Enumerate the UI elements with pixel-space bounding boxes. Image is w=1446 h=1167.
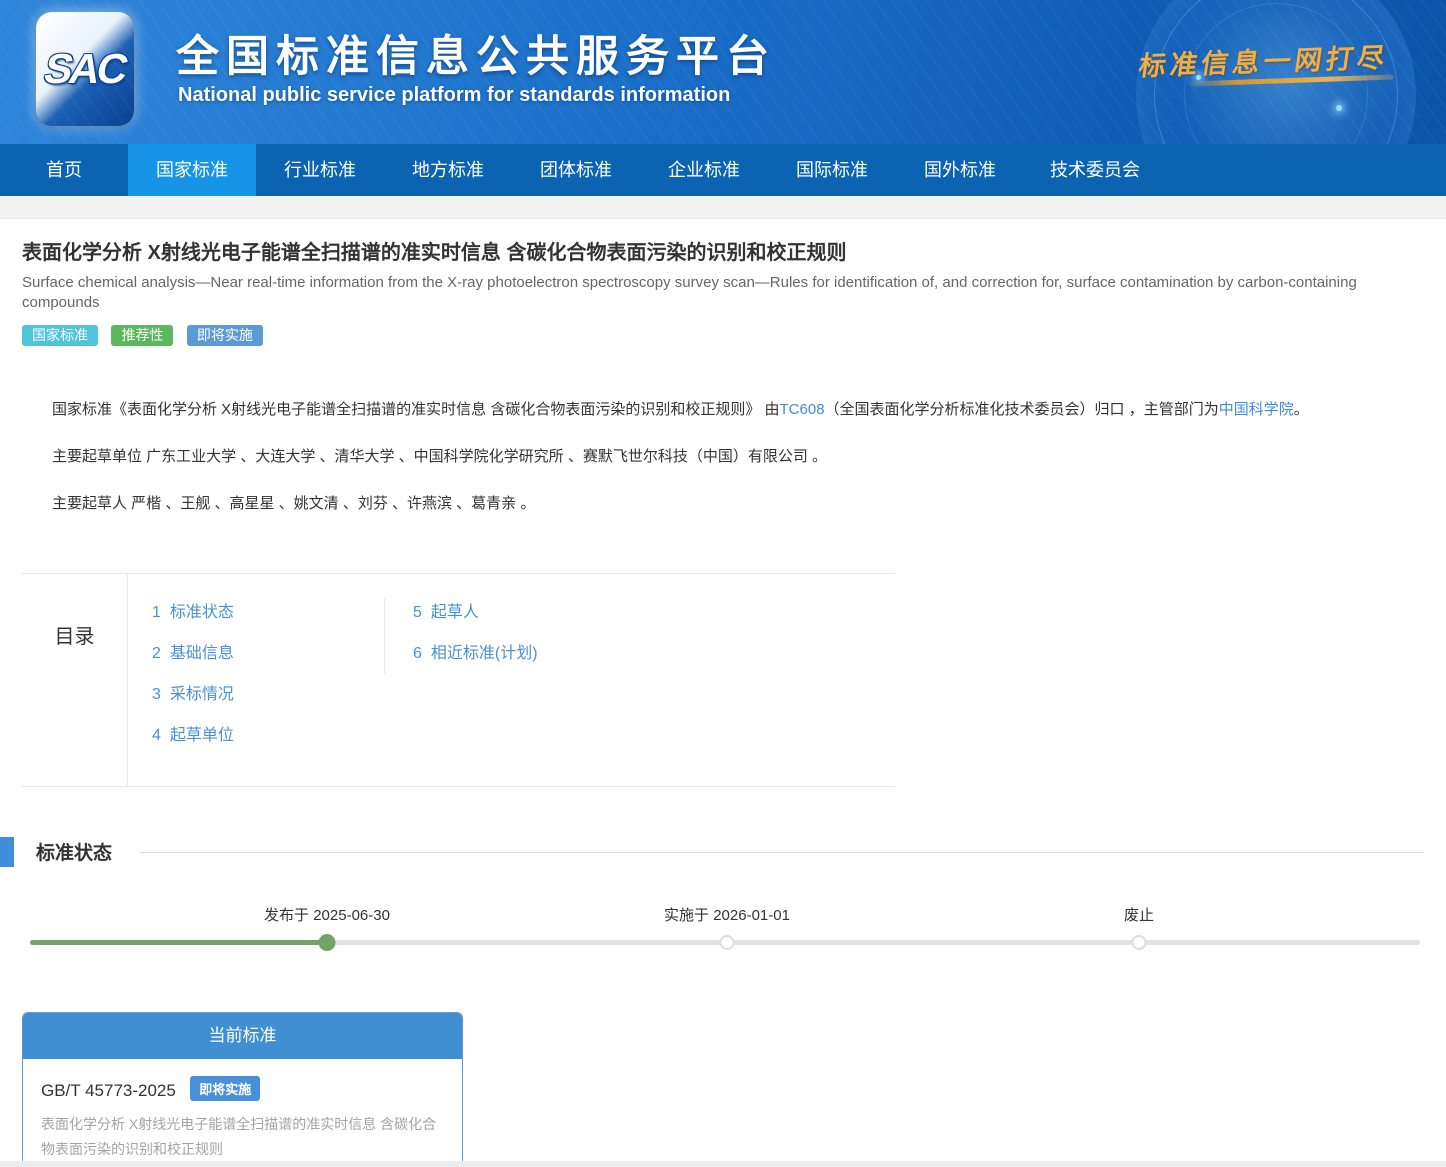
timeline-dot-implemented: [720, 935, 735, 950]
toc-columns: 1标准状态 2基础信息 3采标情况 4起草单位 5起草人 6相近标准(计划): [128, 574, 895, 786]
main-content: 表面化学分析 X射线光电子能谱全扫描谱的准实时信息 含碳化合物表面污染的识别和校…: [0, 240, 1446, 787]
toc-link-drafting-units[interactable]: 4起草单位: [152, 727, 234, 744]
timeline-dot-abolished: [1132, 935, 1147, 950]
card-description: 表面化学分析 X射线光电子能谱全扫描谱的准实时信息 含碳化合物表面污染的识别和校…: [41, 1112, 444, 1161]
badge-row: 国家标准 推荐性 即将实施: [22, 325, 1424, 347]
page: SAC 全国标准信息公共服务平台 National public service…: [0, 0, 1446, 1167]
toc-label: 目录: [22, 574, 128, 786]
standard-title-en: Surface chemical analysis—Near real-time…: [22, 273, 1424, 314]
nav-item-international-standards[interactable]: 国际标准: [768, 144, 896, 196]
nav-item-national-standards[interactable]: 国家标准: [128, 144, 256, 196]
timeline-label-published: 发布于 2025-06-30: [264, 904, 390, 925]
intro-p1-text: 国家标准《表面化学分析 X射线光电子能谱全扫描谱的准实时信息 含碳化合物表面污染…: [52, 401, 780, 418]
timeline-label-implemented: 实施于 2026-01-01: [664, 904, 790, 925]
sac-logo-text: SAC: [40, 45, 130, 93]
toc-item: 5起草人: [413, 598, 616, 622]
drafting-units-paragraph: 主要起草单位 广东工业大学 、大连大学 、清华大学 、中国科学院化学研究所 、赛…: [22, 440, 1424, 474]
current-standard-card: 当前标准 GB/T 45773-2025 即将实施 表面化学分析 X射线光电子能…: [22, 1012, 463, 1167]
toc-item: 6相近标准(计划): [413, 639, 616, 663]
nav-item-enterprise-standards[interactable]: 企业标准: [640, 144, 768, 196]
drafters-paragraph: 主要起草人 严楷 、王舰 、高星星 、姚文清 、刘芬 、许燕滨 、葛青亲 。: [22, 487, 1424, 521]
site-title: 全国标准信息公共服务平台: [176, 22, 776, 84]
toc-link-basic-info[interactable]: 2基础信息: [152, 645, 234, 662]
sac-logo: SAC: [36, 12, 134, 126]
cas-link[interactable]: 中国科学院: [1219, 401, 1294, 418]
nav-item-industry-standards[interactable]: 行业标准: [256, 144, 384, 196]
page-bottom-strip: [0, 1161, 1446, 1167]
main-nav: 首页 国家标准 行业标准 地方标准 团体标准 企业标准 国际标准 国外标准 技术…: [0, 144, 1446, 196]
standard-code-row: GB/T 45773-2025 即将实施: [41, 1076, 444, 1101]
intro-paragraph-1: 国家标准《表面化学分析 X射线光电子能谱全扫描谱的准实时信息 含碳化合物表面污染…: [22, 393, 1424, 427]
sub-nav-strip: [0, 196, 1446, 219]
nav-item-group-standards[interactable]: 团体标准: [512, 144, 640, 196]
section-divider-line: [140, 852, 1424, 853]
toc-link-similar-standards[interactable]: 6相近标准(计划): [413, 645, 538, 662]
timeline-label-abolished: 废止: [1124, 904, 1154, 925]
nav-item-technical-committees[interactable]: 技术委员会: [1024, 144, 1166, 196]
current-standard-card-body: GB/T 45773-2025 即将实施 表面化学分析 X射线光电子能谱全扫描谱…: [23, 1059, 462, 1167]
toc-box: 目录 1标准状态 2基础信息 3采标情况 4起草单位 5起草人 6相近标准(计划…: [22, 573, 895, 787]
toc-item: 4起草单位: [152, 721, 384, 745]
nav-item-foreign-standards[interactable]: 国外标准: [896, 144, 1024, 196]
toc-column-2: 5起草人 6相近标准(计划): [384, 598, 616, 674]
site-subtitle: National public service platform for sta…: [178, 84, 730, 107]
badge-national-standard: 国家标准: [22, 325, 98, 347]
section-accent-bar: [0, 837, 14, 867]
toc-link-drafters[interactable]: 5起草人: [413, 604, 479, 621]
toc-item: 3采标情况: [152, 680, 384, 704]
toc-link-standard-status[interactable]: 1标准状态: [152, 604, 234, 621]
standard-code[interactable]: GB/T 45773-2025: [41, 1081, 176, 1100]
intro-p1-text2: （全国表面化学分析标准化技术委员会）归口 ，主管部门为: [825, 401, 1219, 418]
nav-item-home[interactable]: 首页: [0, 144, 128, 196]
toc-link-adoption[interactable]: 3采标情况: [152, 686, 234, 703]
toc-item: 2基础信息: [152, 639, 384, 663]
timeline-dot-published: [319, 934, 336, 951]
toc-column-1: 1标准状态 2基础信息 3采标情况 4起草单位: [152, 598, 384, 762]
status-section: 标准状态 发布于 2025-06-30 实施于 2026-01-01 废止: [0, 836, 1446, 976]
nav-item-local-standards[interactable]: 地方标准: [384, 144, 512, 196]
intro-p1-text3: 。: [1294, 401, 1309, 418]
timeline-progress-fill: [30, 940, 327, 945]
status-section-header: 标准状态: [0, 836, 1446, 868]
current-standard-card-header: 当前标准: [23, 1013, 462, 1059]
toc-item: 1标准状态: [152, 598, 384, 622]
tc608-link[interactable]: TC608: [780, 401, 825, 418]
card-badge-upcoming: 即将实施: [190, 1076, 260, 1101]
status-timeline: 发布于 2025-06-30 实施于 2026-01-01 废止: [0, 896, 1446, 976]
badge-upcoming-implementation: 即将实施: [187, 325, 263, 347]
status-section-title: 标准状态: [36, 838, 112, 865]
badge-recommended: 推荐性: [111, 325, 173, 347]
site-header: SAC 全国标准信息公共服务平台 National public service…: [0, 0, 1446, 144]
standard-title-zh: 表面化学分析 X射线光电子能谱全扫描谱的准实时信息 含碳化合物表面污染的识别和校…: [22, 240, 1424, 266]
